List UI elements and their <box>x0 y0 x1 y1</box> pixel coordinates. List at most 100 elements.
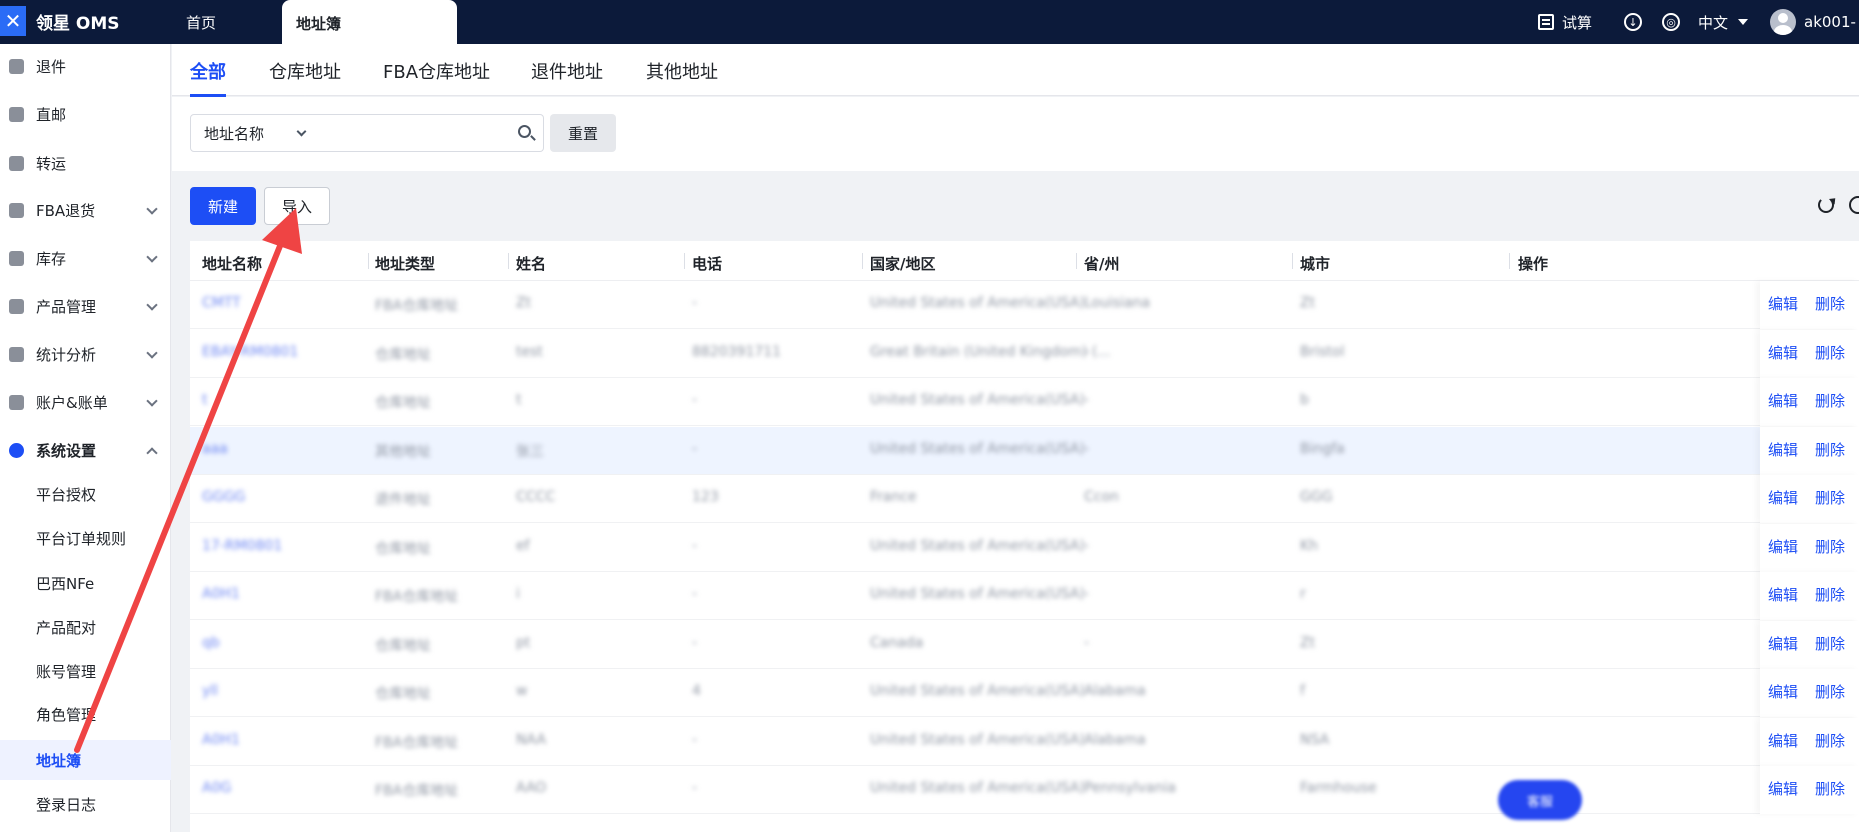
address-table: 地址名称 地址类型 姓名 电话 国家/地区 省/州 城市 操作 CMTT FBA仓… <box>190 241 1859 832</box>
column-header: 地址类型 <box>375 255 436 273</box>
sidebar-sub-product-pairing[interactable]: 产品配对 <box>0 607 171 647</box>
sidebar-item-products[interactable]: 产品管理 <box>0 286 171 326</box>
edit-button[interactable]: 编辑 <box>1768 293 1798 314</box>
table-cell-country: United States of America(USA) <box>870 537 1085 554</box>
table-cell-name[interactable]: yll <box>202 683 218 699</box>
tab-return-address[interactable]: 退件地址 <box>531 58 603 84</box>
delete-button[interactable]: 删除 <box>1815 633 1845 654</box>
settings-button[interactable]: ◎ <box>1662 0 1680 44</box>
edit-button[interactable]: 编辑 <box>1768 487 1798 508</box>
trial-calc-button[interactable]: 试算 <box>1538 0 1592 44</box>
sidebar-sub-platform-auth[interactable]: 平台授权 <box>0 474 171 514</box>
search-input[interactable] <box>327 115 517 151</box>
table-cell-name[interactable]: 17-RM0801 <box>202 538 282 554</box>
sidebar-item-label: 账户&账单 <box>36 393 108 412</box>
table-cell-city: Kh <box>1300 537 1319 554</box>
table-cell-country: United States of America(USA) <box>870 780 1085 796</box>
sidebar-sub-account-mgmt[interactable]: 账号管理 <box>0 651 171 691</box>
delete-button[interactable]: 删除 <box>1815 536 1845 557</box>
import-button[interactable]: 导入 <box>264 187 330 225</box>
table-cell-type: FBA仓库地址 <box>375 589 459 605</box>
table-cell-name[interactable]: GGGG <box>202 489 245 505</box>
edit-button[interactable]: 编辑 <box>1768 633 1798 654</box>
product-icon <box>9 298 24 314</box>
sidebar-item-system-settings[interactable]: 系统设置 <box>0 430 171 470</box>
logo[interactable]: ✕ 领星 OMS <box>0 4 120 38</box>
table-cell-person: test <box>516 343 543 360</box>
refresh-icon[interactable] <box>1818 197 1834 213</box>
new-button[interactable]: 新建 <box>190 187 256 225</box>
delete-button[interactable]: 删除 <box>1815 342 1845 363</box>
customer-service-button[interactable]: 客服 <box>1498 780 1582 820</box>
sidebar-item-returns[interactable]: 退件 <box>0 46 171 86</box>
table-cell-phone: 8820391711 <box>692 343 782 360</box>
table-cell-country: United States of America(USA) <box>870 683 1085 699</box>
edit-button[interactable]: 编辑 <box>1768 439 1798 460</box>
delete-button[interactable]: 删除 <box>1815 778 1845 799</box>
table-cell-city: Zt <box>1300 634 1316 651</box>
table-cell-name[interactable]: A0H1 <box>202 586 240 602</box>
tab-fba-warehouse-address[interactable]: FBA仓库地址 <box>383 58 490 84</box>
table-cell-phone: - <box>692 731 698 748</box>
delete-button[interactable]: 删除 <box>1815 584 1845 605</box>
sidebar-item-transfer[interactable]: 转运 <box>0 143 171 183</box>
top-tab-home[interactable]: 首页 <box>186 0 216 44</box>
table-cell-city: NSA <box>1300 731 1330 748</box>
table-cell-state: - <box>1084 440 1090 457</box>
edit-button[interactable]: 编辑 <box>1768 584 1798 605</box>
table-cell-state: - <box>1084 586 1090 602</box>
delete-button[interactable]: 删除 <box>1815 439 1845 460</box>
sidebar-item-billing[interactable]: 账户&账单 <box>0 382 171 422</box>
download-button[interactable]: ↓ <box>1624 0 1642 44</box>
reset-button[interactable]: 重置 <box>550 114 616 152</box>
sidebar-item-label: 转运 <box>36 154 67 173</box>
sidebar-item-statistics[interactable]: 统计分析 <box>0 334 171 374</box>
tab-warehouse-address[interactable]: 仓库地址 <box>269 58 341 84</box>
table-cell-name[interactable]: A0H1 <box>202 732 240 748</box>
table-cell-city: Bristol <box>1300 343 1345 360</box>
sidebar-item-inventory[interactable]: 库存 <box>0 238 171 278</box>
tab-all[interactable]: 全部 <box>190 58 226 97</box>
column-header: 省/州 <box>1084 255 1120 273</box>
sidebar-item-direct-mail[interactable]: 直邮 <box>0 94 171 134</box>
delete-button[interactable]: 删除 <box>1815 487 1845 508</box>
delete-button[interactable]: 删除 <box>1815 681 1845 702</box>
history-icon[interactable] <box>1849 196 1859 214</box>
delete-button[interactable]: 删除 <box>1815 293 1845 314</box>
edit-button[interactable]: 编辑 <box>1768 681 1798 702</box>
return-icon <box>9 58 24 74</box>
sidebar-item-fba-returns[interactable]: FBA退货 <box>0 190 171 230</box>
table-cell-person: NAA <box>516 731 547 748</box>
search-icon[interactable] <box>518 125 531 138</box>
table-cell-name[interactable]: aaa <box>202 441 228 457</box>
direct-mail-icon <box>9 106 24 122</box>
edit-button[interactable]: 编辑 <box>1768 390 1798 411</box>
table-cell-city: GGG <box>1300 489 1333 505</box>
table-cell-name[interactable]: qb <box>202 635 220 651</box>
table-cell-name[interactable]: CMTT <box>202 295 241 311</box>
top-tab-address-book[interactable]: 地址簿 <box>282 0 457 46</box>
table-cell-name[interactable]: t <box>202 392 208 408</box>
tab-other-address[interactable]: 其他地址 <box>646 58 718 84</box>
sidebar-item-label: FBA退货 <box>36 201 96 220</box>
sidebar-sub-order-rules[interactable]: 平台订单规则 <box>0 518 171 558</box>
row-actions: 编辑 删除 <box>1760 766 1859 814</box>
sidebar-sub-address-book[interactable]: 地址簿 <box>0 740 171 780</box>
search-field-select[interactable]: 地址名称 <box>190 114 320 152</box>
delete-button[interactable]: 删除 <box>1815 730 1845 751</box>
edit-button[interactable]: 编辑 <box>1768 778 1798 799</box>
table-cell-name[interactable]: EBAY-RM0801 <box>202 344 298 360</box>
delete-button[interactable]: 删除 <box>1815 390 1845 411</box>
sidebar-sub-role-mgmt[interactable]: 角色管理 <box>0 694 171 734</box>
user-menu[interactable]: ak001- <box>1770 0 1856 44</box>
fba-return-icon <box>9 202 24 218</box>
sidebar-sub-brazil-nfe[interactable]: 巴西NFe <box>0 563 171 603</box>
table-cell-name[interactable]: A0G <box>202 780 231 796</box>
sidebar-item-label: 退件 <box>36 57 67 76</box>
edit-button[interactable]: 编辑 <box>1768 730 1798 751</box>
edit-button[interactable]: 编辑 <box>1768 342 1798 363</box>
sidebar-sub-login-log[interactable]: 登录日志 <box>0 784 171 824</box>
edit-button[interactable]: 编辑 <box>1768 536 1798 557</box>
table-cell-phone: - <box>692 440 698 457</box>
language-select[interactable]: 中文 <box>1698 0 1749 44</box>
